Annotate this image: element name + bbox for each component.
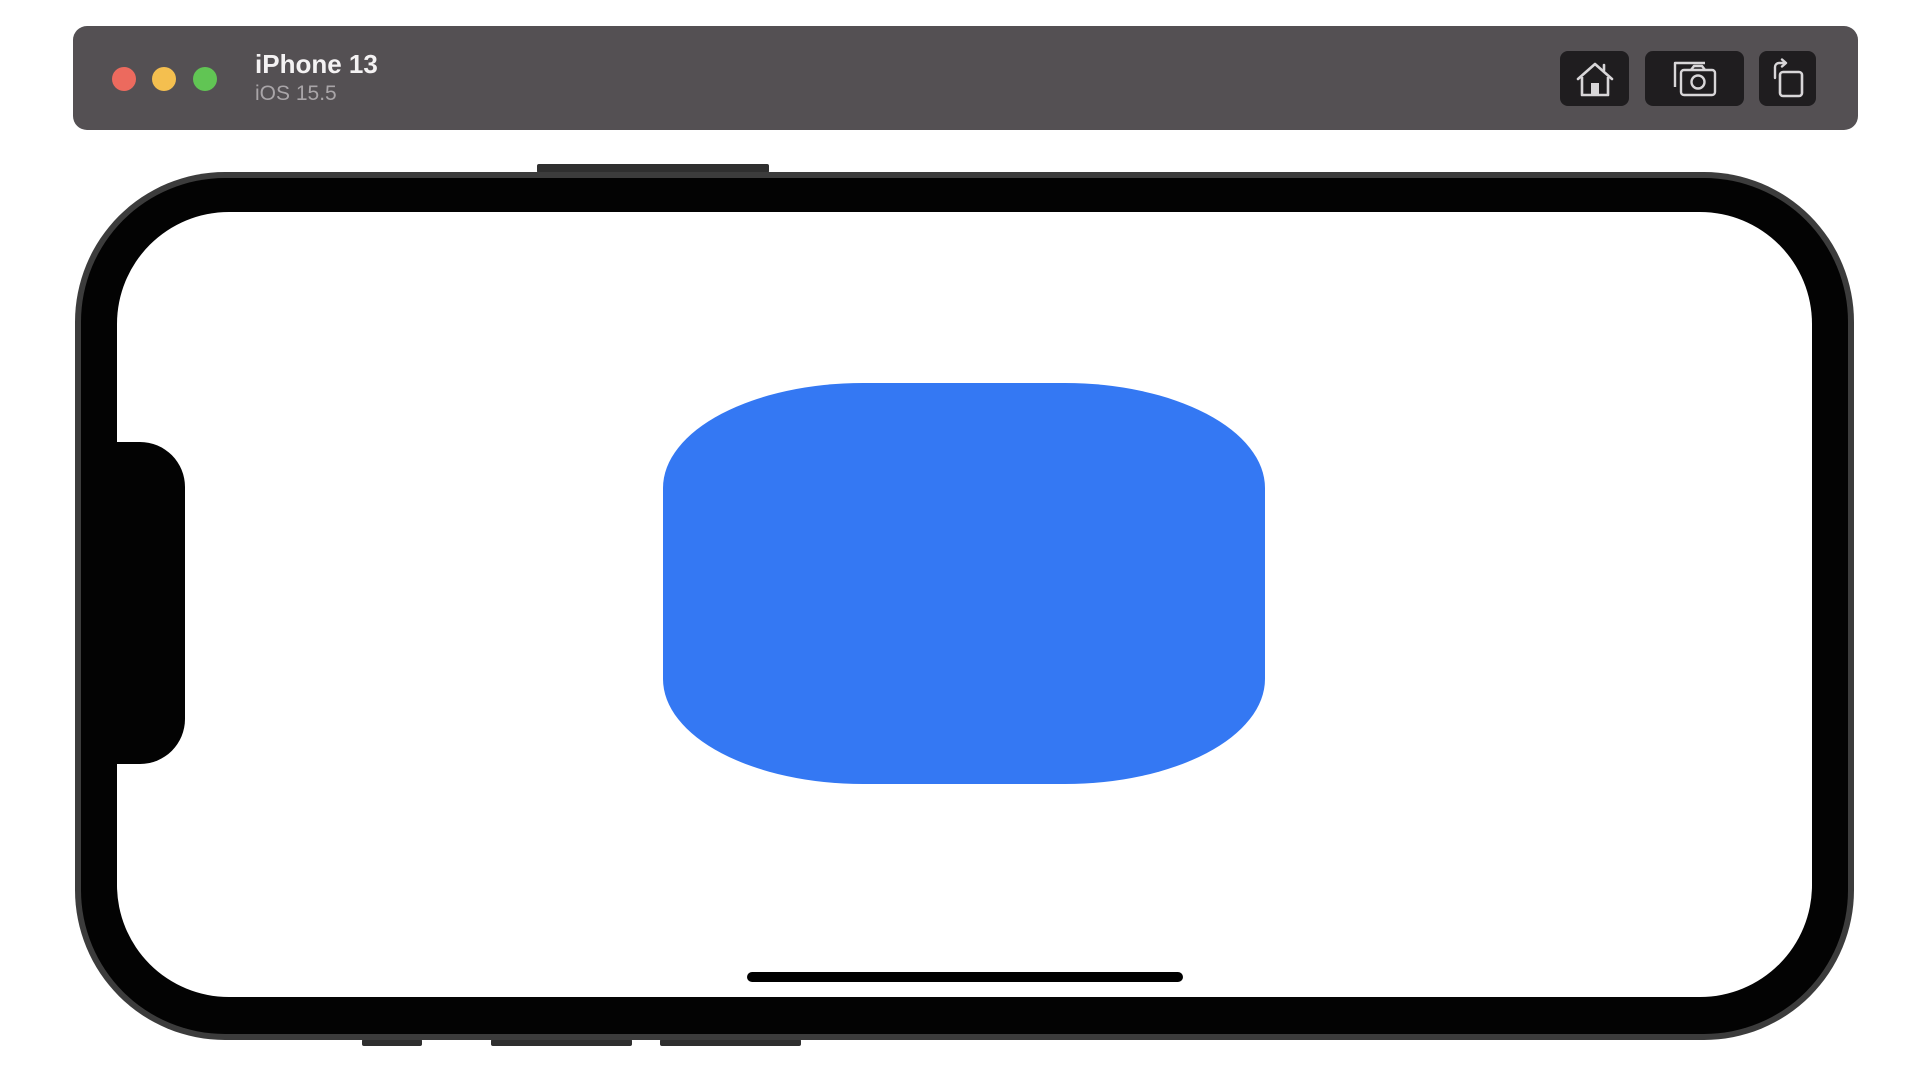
home-indicator[interactable] — [747, 972, 1183, 982]
simulator-window: iPhone 13 iOS 15.5 — [0, 0, 1920, 1080]
camera-notch — [117, 442, 185, 764]
rotate-icon — [1769, 57, 1807, 100]
home-button[interactable] — [1560, 51, 1629, 106]
close-window-button[interactable] — [112, 67, 136, 91]
screenshot-icon — [1672, 59, 1718, 99]
volume-down-button — [660, 1039, 801, 1046]
os-version: iOS 15.5 — [255, 82, 337, 105]
rotate-button[interactable] — [1759, 51, 1816, 106]
zoom-window-button[interactable] — [193, 67, 217, 91]
blue-rounded-shape — [663, 383, 1265, 784]
home-icon — [1574, 59, 1616, 99]
screenshot-button[interactable] — [1645, 51, 1744, 106]
device-screen[interactable] — [117, 212, 1812, 997]
device-name: iPhone 13 — [255, 49, 378, 79]
silent-switch — [362, 1039, 422, 1046]
volume-up-button — [491, 1039, 632, 1046]
minimize-window-button[interactable] — [152, 67, 176, 91]
